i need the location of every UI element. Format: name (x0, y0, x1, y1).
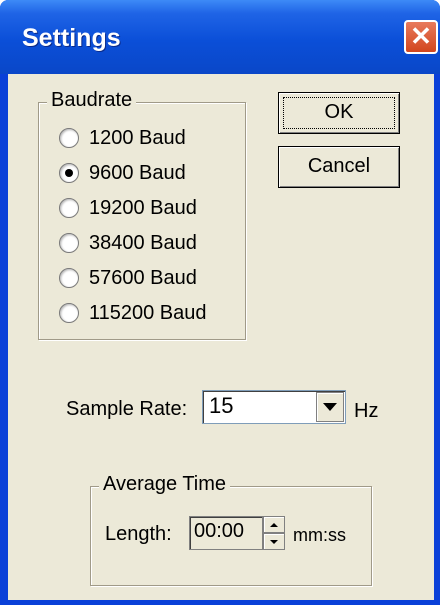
settings-dialog: Settings ✕ Baudrate 1200 Baud 9600 Baud … (0, 0, 440, 605)
radio-38400-baud[interactable]: 38400 Baud (59, 228, 197, 258)
average-time-group: Average Time Length: 00:00 mm:ss (90, 473, 372, 586)
length-spinner[interactable] (263, 516, 285, 550)
radio-button[interactable] (59, 303, 79, 323)
radio-label: 38400 Baud (89, 231, 197, 254)
ok-button[interactable]: OK (278, 92, 400, 134)
radio-label: 9600 Baud (89, 161, 186, 184)
radio-1200-baud[interactable]: 1200 Baud (59, 123, 186, 153)
cancel-label: Cancel (307, 155, 371, 177)
focus-ring (283, 97, 395, 129)
arrow-down-icon (270, 539, 278, 544)
length-value: 00:00 (194, 520, 245, 542)
spin-down-button[interactable] (263, 533, 285, 550)
sample-rate-label: Sample Rate: (66, 398, 188, 420)
radio-label: 19200 Baud (89, 196, 197, 219)
baudrate-group: Baudrate 1200 Baud 9600 Baud 19200 Baud … (38, 89, 246, 340)
sample-rate-unit: Hz (354, 400, 379, 422)
dialog-body: Baudrate 1200 Baud 9600 Baud 19200 Baud … (8, 74, 434, 600)
cancel-button[interactable]: Cancel (278, 146, 400, 188)
length-label: Length: (105, 523, 172, 545)
window-title: Settings (22, 24, 121, 52)
radio-label: 57600 Baud (89, 266, 197, 289)
chevron-down-icon (323, 403, 337, 411)
radio-dot (65, 169, 73, 177)
title-bar[interactable]: Settings ✕ (0, 0, 440, 74)
baudrate-legend: Baudrate (47, 89, 137, 112)
length-unit: mm:ss (293, 525, 346, 545)
radio-button[interactable] (59, 268, 79, 288)
sample-rate-dropdown[interactable]: 15 (202, 390, 346, 424)
dropdown-button[interactable] (316, 392, 344, 422)
sample-rate-value: 15 (209, 393, 234, 418)
radio-label: 1200 Baud (89, 126, 186, 149)
spin-up-button[interactable] (263, 516, 285, 533)
radio-button[interactable] (59, 233, 79, 253)
radio-label: 115200 Baud (89, 301, 207, 324)
radio-button[interactable] (59, 163, 79, 183)
close-button[interactable]: ✕ (404, 20, 438, 54)
arrow-up-icon (270, 522, 278, 527)
radio-button[interactable] (59, 128, 79, 148)
radio-button[interactable] (59, 198, 79, 218)
length-input[interactable]: 00:00 (189, 516, 263, 550)
radio-115200-baud[interactable]: 115200 Baud (59, 298, 207, 328)
radio-57600-baud[interactable]: 57600 Baud (59, 263, 197, 293)
average-time-legend: Average Time (99, 473, 231, 496)
radio-19200-baud[interactable]: 19200 Baud (59, 193, 197, 223)
close-icon: ✕ (410, 21, 432, 51)
radio-9600-baud[interactable]: 9600 Baud (59, 158, 186, 188)
